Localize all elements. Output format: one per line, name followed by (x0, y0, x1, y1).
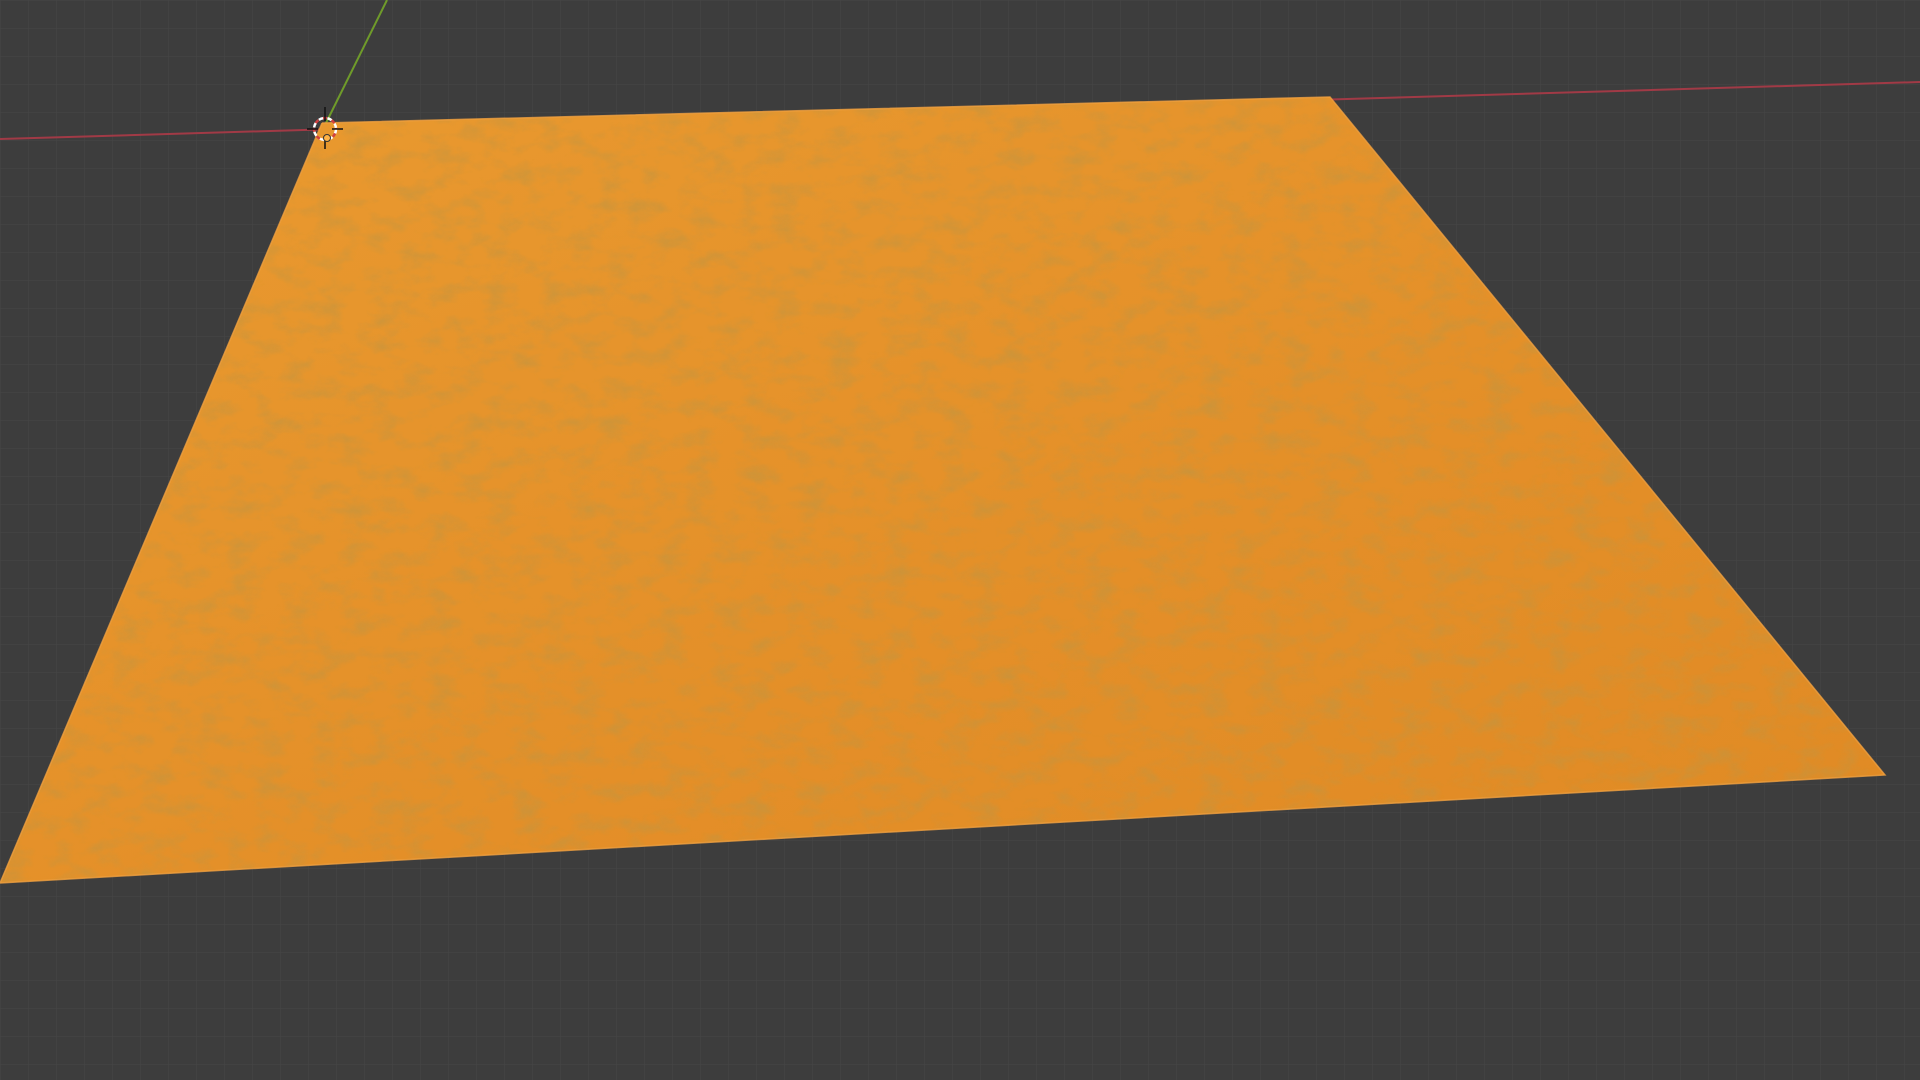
3d-viewport[interactable] (0, 0, 1920, 1080)
object-origin-icon (323, 134, 331, 142)
viewport-canvas[interactable] (0, 0, 1920, 1080)
